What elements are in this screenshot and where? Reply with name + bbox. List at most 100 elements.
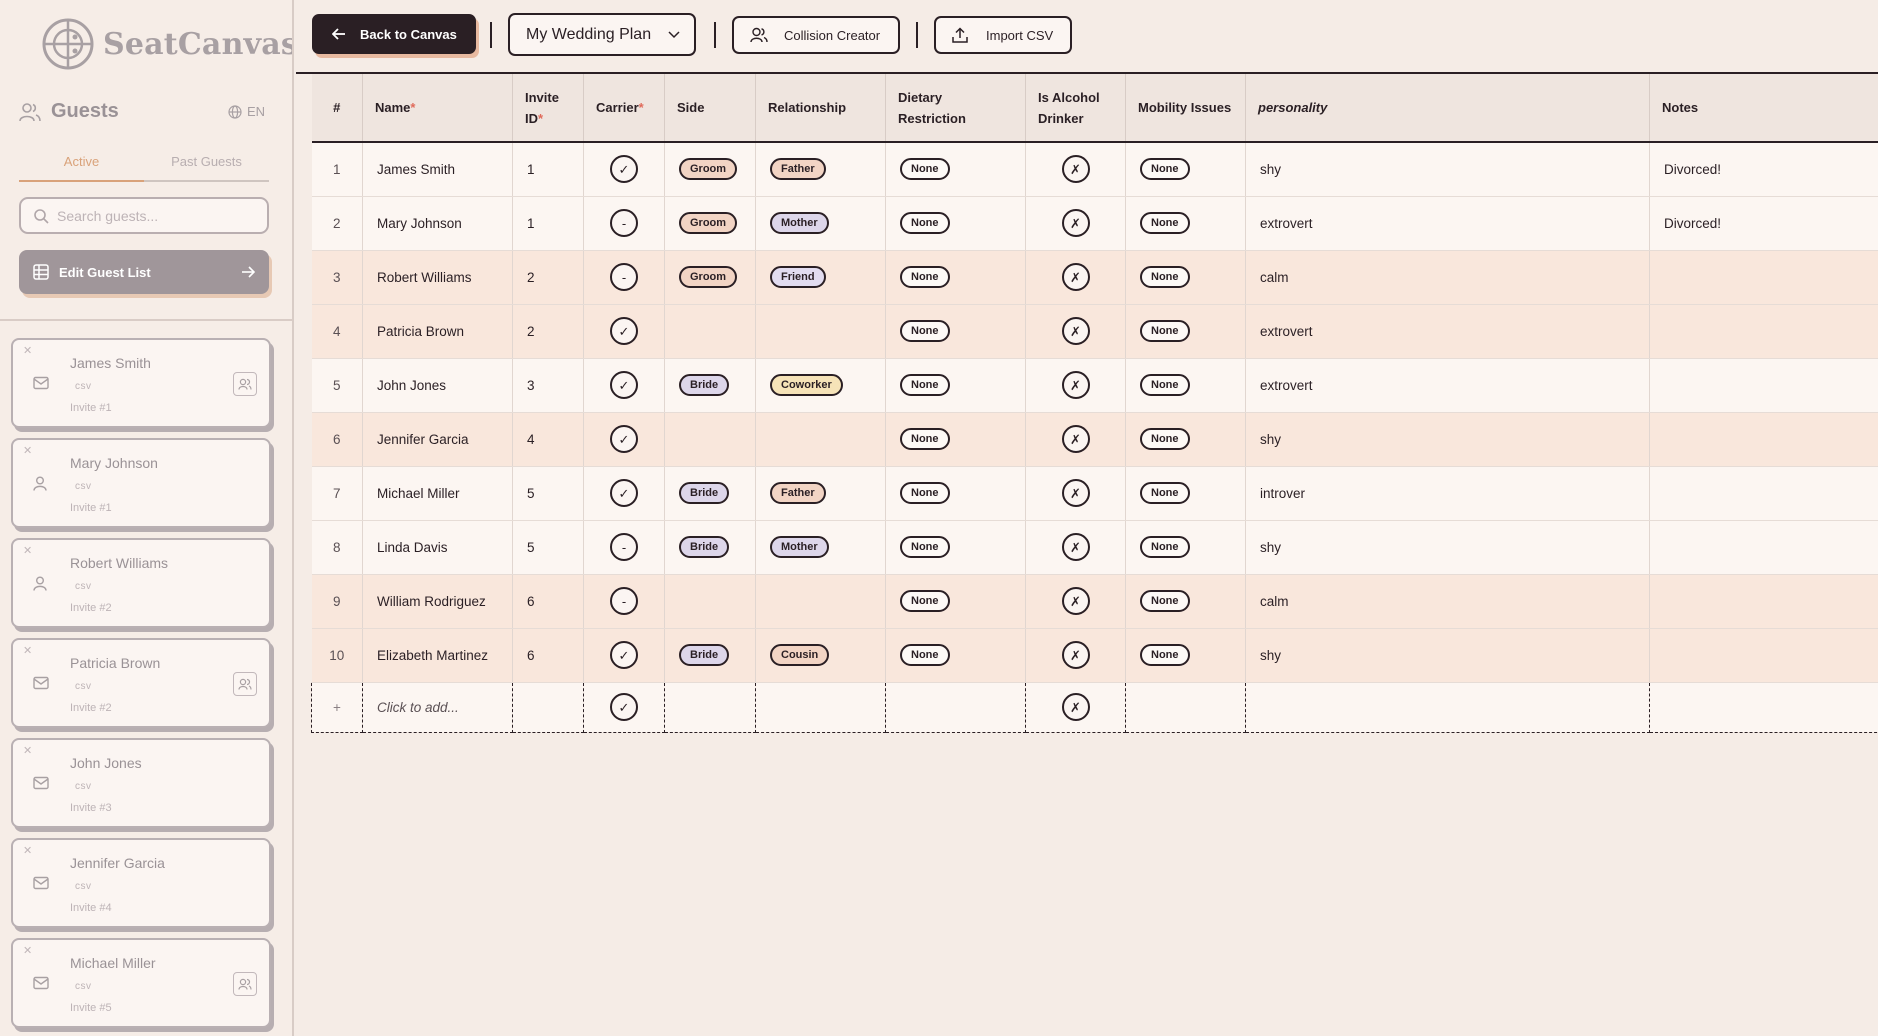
cell-side[interactable] <box>664 412 756 467</box>
cell-notes[interactable] <box>1649 574 1878 629</box>
mobility-pill[interactable]: None <box>1140 212 1190 234</box>
cell-mobility[interactable]: None <box>1125 358 1246 413</box>
tab-active[interactable]: Active <box>19 148 144 182</box>
table-row[interactable]: 7 Michael Miller 5 ✓ Bride Father None ✗ None int… <box>311 466 1878 521</box>
cell-relationship[interactable]: Father <box>755 466 886 521</box>
cell-dietary[interactable]: None <box>885 574 1026 629</box>
dietary-pill[interactable]: None <box>900 158 950 181</box>
cell-personality[interactable]: shy <box>1245 628 1650 683</box>
remove-guest-icon[interactable]: ✕ <box>23 644 32 657</box>
cell-side[interactable]: Bride <box>664 520 756 575</box>
relationship-pill[interactable]: Mother <box>770 212 829 234</box>
cell-side[interactable]: Bride <box>664 358 756 413</box>
cell-relationship[interactable]: Father <box>755 142 886 197</box>
side-pill[interactable]: Bride <box>679 482 730 504</box>
cell-invite-id[interactable]: 1 <box>512 196 584 251</box>
col-header-alcohol[interactable]: Is Alcohol Drinker <box>1025 74 1126 143</box>
cell-personality[interactable]: extrovert <box>1245 358 1650 413</box>
relationship-pill[interactable]: Father <box>770 158 826 181</box>
back-to-canvas-button[interactable]: Back to Canvas <box>312 14 476 54</box>
alcohol-toggle[interactable]: ✗ <box>1061 425 1090 453</box>
cell-mobility[interactable]: None <box>1125 142 1246 197</box>
add-row-cell[interactable] <box>755 682 886 733</box>
group-members-icon[interactable] <box>233 672 257 696</box>
side-pill[interactable]: Groom <box>679 266 738 288</box>
cell-side[interactable]: Groom <box>664 142 756 197</box>
cell-notes[interactable] <box>1649 304 1878 359</box>
mobility-pill[interactable]: None <box>1140 374 1190 396</box>
remove-guest-icon[interactable]: ✕ <box>23 544 32 557</box>
cell-invite-id[interactable]: 1 <box>512 142 584 197</box>
add-row-cell[interactable] <box>1649 682 1878 733</box>
dietary-pill[interactable]: None <box>900 590 950 612</box>
dietary-pill[interactable]: None <box>900 428 950 450</box>
carrier-toggle[interactable]: ✓ <box>610 693 638 721</box>
relationship-pill[interactable]: Mother <box>770 536 829 558</box>
add-row-cell[interactable] <box>664 682 756 733</box>
table-row[interactable]: 8 Linda Davis 5- Bride Mother None ✗ None shy <box>311 520 1878 575</box>
side-pill[interactable]: Bride <box>679 644 730 666</box>
alcohol-toggle[interactable]: ✗ <box>1061 479 1090 507</box>
cell-mobility[interactable]: None <box>1125 574 1246 629</box>
cell-side[interactable]: Groom <box>664 196 756 251</box>
cell-notes[interactable]: Divorced! <box>1649 196 1878 251</box>
col-header-carrier[interactable]: Carrier* <box>583 74 665 143</box>
cell-mobility[interactable]: None <box>1125 250 1246 305</box>
col-header-name[interactable]: Name* <box>362 74 513 143</box>
carrier-toggle[interactable]: ✓ <box>610 371 638 399</box>
cell-name[interactable]: Jennifer Garcia <box>362 412 513 467</box>
alcohol-toggle[interactable]: ✗ <box>1061 317 1090 345</box>
dietary-pill[interactable]: None <box>900 482 950 504</box>
add-row-cell[interactable] <box>885 682 1026 733</box>
guest-card[interactable]: ✕ Robert Williams csv Invite #2 <box>11 538 271 628</box>
remove-guest-icon[interactable]: ✕ <box>23 944 32 957</box>
cell-personality[interactable]: extrovert <box>1245 304 1650 359</box>
carrier-toggle[interactable]: ✓ <box>610 155 638 184</box>
table-row[interactable]: 10 Elizabeth Martinez 6 ✓ Bride Cousin None ✗ No… <box>311 628 1878 683</box>
dietary-pill[interactable]: None <box>900 266 950 288</box>
carrier-toggle[interactable]: - <box>610 209 638 237</box>
cell-notes[interactable] <box>1649 358 1878 413</box>
carrier-toggle[interactable]: ✓ <box>610 479 638 507</box>
cell-invite-id[interactable]: 6 <box>512 628 584 683</box>
cell-mobility[interactable]: None <box>1125 520 1246 575</box>
alcohol-toggle[interactable]: ✗ <box>1061 587 1090 615</box>
dietary-pill[interactable]: None <box>900 374 950 396</box>
carrier-toggle[interactable]: ✓ <box>610 425 638 453</box>
carrier-toggle[interactable]: ✓ <box>610 317 638 345</box>
cell-mobility[interactable]: None <box>1125 466 1246 521</box>
table-row[interactable]: 9 William Rodriguez 6- None ✗ None calm <box>311 574 1878 629</box>
cell-notes[interactable] <box>1649 628 1878 683</box>
cell-personality[interactable]: extrovert <box>1245 196 1650 251</box>
alcohol-toggle[interactable]: ✗ <box>1061 693 1090 721</box>
add-row-cell[interactable] <box>512 682 584 733</box>
cell-invite-id[interactable]: 5 <box>512 466 584 521</box>
col-header-side[interactable]: Side <box>664 74 756 143</box>
guest-card[interactable]: ✕ James Smith csv Invite #1 <box>11 338 271 428</box>
carrier-toggle[interactable]: - <box>610 587 638 615</box>
cell-side[interactable] <box>664 574 756 629</box>
cell-dietary[interactable]: None <box>885 628 1026 683</box>
side-pill[interactable]: Groom <box>679 212 738 234</box>
cell-relationship[interactable]: Mother <box>755 196 886 251</box>
cell-name[interactable]: Michael Miller <box>362 466 513 521</box>
cell-side[interactable]: Bride <box>664 466 756 521</box>
cell-name[interactable]: James Smith <box>362 142 513 197</box>
table-row[interactable]: 6 Jennifer Garcia 4 ✓ None ✗ None shy <box>311 412 1878 467</box>
remove-guest-icon[interactable]: ✕ <box>23 444 32 457</box>
cell-side[interactable]: Bride <box>664 628 756 683</box>
dietary-pill[interactable]: None <box>900 320 950 342</box>
cell-personality[interactable]: shy <box>1245 520 1650 575</box>
guest-card[interactable]: ✕ Michael Miller csv Invite #5 <box>11 938 271 1028</box>
cell-relationship[interactable]: Cousin <box>755 628 886 683</box>
cell-relationship[interactable]: Coworker <box>755 358 886 413</box>
dietary-pill[interactable]: None <box>900 536 950 558</box>
cell-invite-id[interactable]: 4 <box>512 412 584 467</box>
cell-name[interactable]: Patricia Brown <box>362 304 513 359</box>
cell-invite-id[interactable]: 6 <box>512 574 584 629</box>
cell-dietary[interactable]: None <box>885 196 1026 251</box>
cell-invite-id[interactable]: 3 <box>512 358 584 413</box>
cell-relationship[interactable]: Mother <box>755 520 886 575</box>
cell-mobility[interactable]: None <box>1125 412 1246 467</box>
cell-dietary[interactable]: None <box>885 358 1026 413</box>
